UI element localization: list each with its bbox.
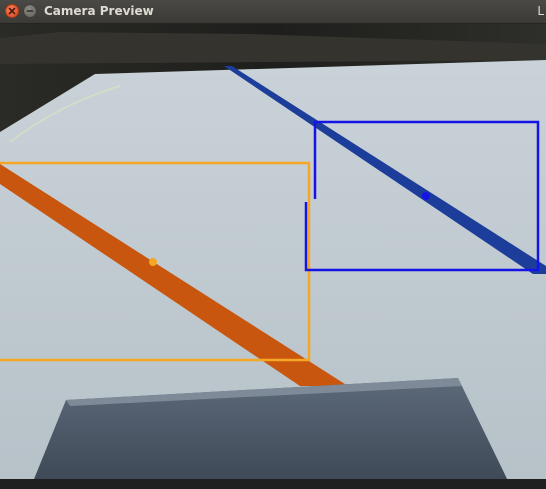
minimize-button[interactable]	[23, 4, 37, 18]
bottom-strip	[0, 479, 546, 489]
window-title: Camera Preview	[44, 4, 154, 18]
truncated-window-text: L	[537, 4, 544, 18]
camera-frame	[0, 24, 546, 489]
minimize-icon	[26, 10, 34, 12]
title-bar[interactable]: Camera Preview L	[0, 0, 546, 24]
blue-centroid-marker	[422, 192, 430, 200]
orange-centroid-marker	[149, 258, 157, 266]
camera-preview-window: Camera Preview L	[0, 0, 546, 489]
camera-feed	[0, 24, 546, 489]
close-button[interactable]	[5, 4, 19, 18]
close-icon	[8, 7, 16, 15]
